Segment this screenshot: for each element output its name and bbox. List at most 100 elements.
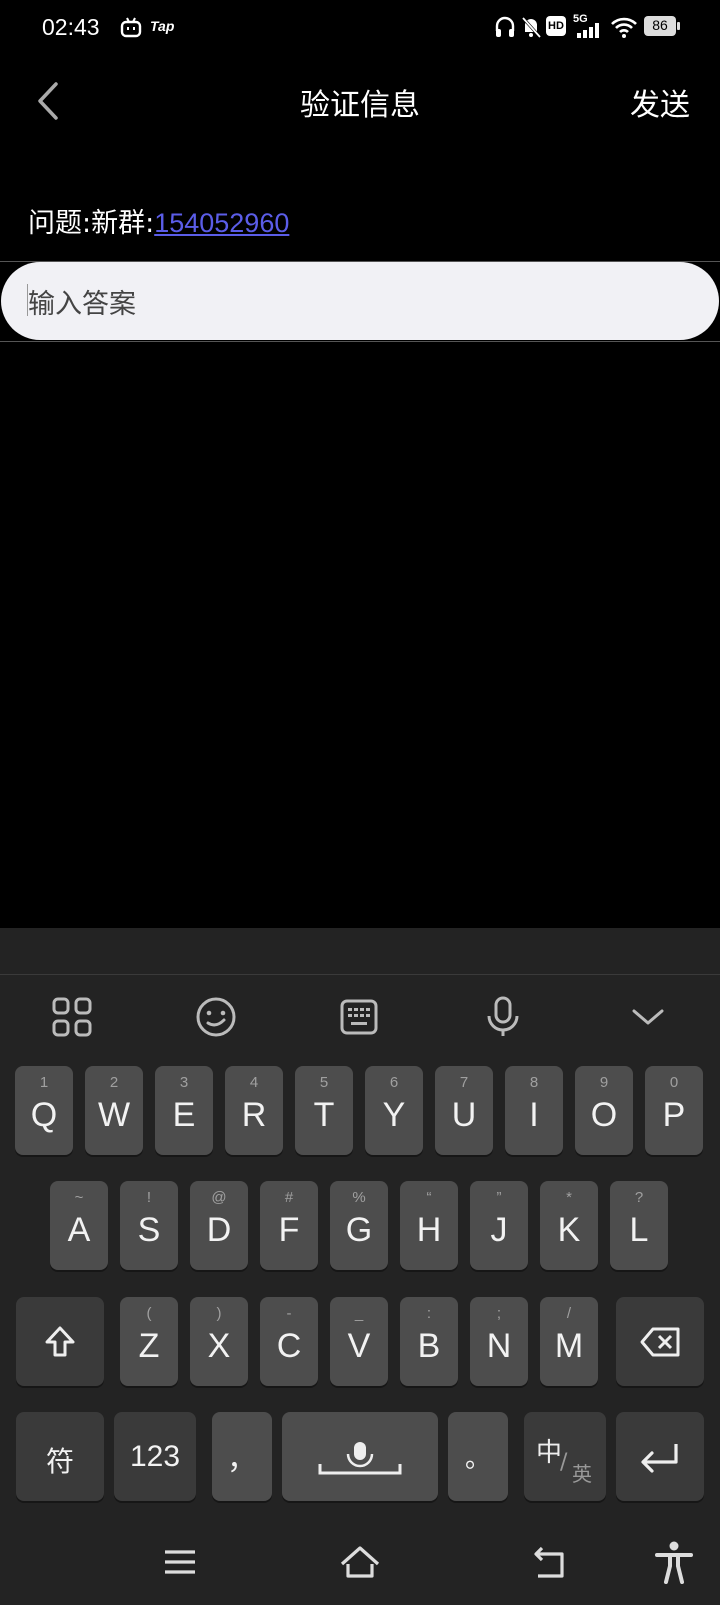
- key-p[interactable]: 0P: [645, 1066, 703, 1155]
- key-hint: *: [566, 1189, 572, 1206]
- tap-icon: Tap: [150, 18, 175, 34]
- key-a[interactable]: ~ A: [50, 1181, 108, 1270]
- key-y[interactable]: 6Y: [365, 1066, 423, 1155]
- key-hint: “: [426, 1189, 432, 1206]
- comma-key[interactable]: ，: [212, 1412, 272, 1501]
- enter-key[interactable]: [616, 1412, 704, 1501]
- key-hint: /: [566, 1305, 572, 1322]
- key-s[interactable]: ! S: [120, 1181, 178, 1270]
- bilibili-icon: [120, 17, 142, 38]
- key-label: V: [347, 1327, 371, 1365]
- space-key[interactable]: [282, 1412, 438, 1501]
- symbols-key-label: 符: [45, 1445, 74, 1478]
- key-label: D: [206, 1211, 232, 1249]
- key-label: R: [241, 1096, 267, 1134]
- key-o[interactable]: 9O: [575, 1066, 633, 1155]
- backspace-icon: [640, 1327, 680, 1357]
- key-label: T: [313, 1096, 335, 1134]
- wifi-icon: [611, 17, 637, 38]
- key-hint: ;: [496, 1305, 502, 1322]
- key-label: G: [345, 1211, 373, 1249]
- language-switch-key[interactable]: 中 / 英: [524, 1412, 606, 1501]
- key-label: O: [590, 1096, 618, 1134]
- headphones-icon: [495, 16, 515, 37]
- lang-slash: /: [560, 1450, 568, 1475]
- key-g[interactable]: % G: [330, 1181, 388, 1270]
- page-title: 验证信息: [300, 88, 420, 123]
- key-label: H: [416, 1211, 442, 1249]
- key-t[interactable]: 5T: [295, 1066, 353, 1155]
- key-b[interactable]: :B: [400, 1297, 458, 1386]
- key-hint: 4: [249, 1074, 259, 1091]
- collapse-keyboard-icon[interactable]: [623, 992, 673, 1042]
- key-hint: _: [354, 1305, 364, 1322]
- signal-icon: [577, 23, 599, 38]
- key-i[interactable]: 8I: [505, 1066, 563, 1155]
- period-key[interactable]: 。: [448, 1412, 508, 1501]
- key-hint: 9: [599, 1074, 609, 1091]
- symbols-key[interactable]: 符: [16, 1412, 104, 1501]
- key-f[interactable]: # F: [260, 1181, 318, 1270]
- key-z[interactable]: (Z: [120, 1297, 178, 1386]
- key-label: S: [137, 1211, 161, 1249]
- key-label: X: [207, 1327, 231, 1365]
- key-j[interactable]: ” J: [470, 1181, 528, 1270]
- key-hint: 5: [319, 1074, 329, 1091]
- key-v[interactable]: _ V: [330, 1297, 388, 1386]
- battery-level: 86: [652, 17, 668, 33]
- key-hint: ): [216, 1305, 222, 1322]
- question-prefix: 问题:新群:: [28, 208, 155, 239]
- period-key-label: 。: [464, 1444, 491, 1474]
- shift-key[interactable]: [16, 1297, 104, 1386]
- group-number-link[interactable]: 154052960: [154, 208, 289, 238]
- key-k[interactable]: * K: [540, 1181, 598, 1270]
- key-hint: 1: [39, 1074, 49, 1091]
- home-icon[interactable]: [338, 1540, 382, 1584]
- key-label: Q: [30, 1096, 58, 1134]
- key-label: K: [557, 1211, 581, 1249]
- key-m[interactable]: / M: [540, 1297, 598, 1386]
- key-e[interactable]: 3E: [155, 1066, 213, 1155]
- hd-icon: HD: [546, 16, 566, 36]
- key-n[interactable]: ; N: [470, 1297, 528, 1386]
- key-hint: (: [146, 1305, 152, 1322]
- key-hint: :: [426, 1305, 432, 1322]
- key-hint: 0: [669, 1074, 679, 1091]
- lang-chinese-label: 中: [536, 1438, 563, 1468]
- key-hint: 3: [179, 1074, 189, 1091]
- key-label: U: [451, 1096, 477, 1134]
- key-x[interactable]: ) X: [190, 1297, 248, 1386]
- emoji-icon[interactable]: [191, 992, 241, 1042]
- microphone-icon[interactable]: [478, 992, 528, 1042]
- key-hint: #: [284, 1189, 294, 1206]
- key-label: Z: [138, 1327, 160, 1365]
- shift-icon: [45, 1326, 75, 1357]
- key-r[interactable]: 4R: [225, 1066, 283, 1155]
- key-w[interactable]: 2W: [85, 1066, 143, 1155]
- backspace-key[interactable]: [616, 1297, 704, 1386]
- battery-icon: 86: [644, 16, 680, 36]
- keyboard-layout-icon[interactable]: [334, 992, 384, 1042]
- status-time: 02:43: [42, 14, 100, 40]
- menu-icon[interactable]: [158, 1540, 202, 1584]
- key-hint: !: [146, 1189, 152, 1206]
- numbers-key-label: 123: [129, 1440, 181, 1473]
- key-label: F: [278, 1211, 300, 1249]
- lang-english-label: 英: [572, 1462, 592, 1486]
- key-c[interactable]: -C: [260, 1297, 318, 1386]
- answer-placeholder: 输入答案: [28, 289, 136, 320]
- key-q[interactable]: 1Q: [15, 1066, 73, 1155]
- accessibility-icon[interactable]: [652, 1540, 696, 1584]
- answer-input[interactable]: 输入答案: [1, 262, 719, 340]
- space-voice-icon: [318, 1442, 402, 1475]
- key-label: I: [529, 1096, 539, 1134]
- key-d[interactable]: @ D: [190, 1181, 248, 1270]
- key-hint: -: [286, 1305, 292, 1322]
- send-button[interactable]: 发送: [630, 80, 690, 124]
- key-l[interactable]: ? L: [610, 1181, 668, 1270]
- back-nav-icon[interactable]: [528, 1540, 572, 1584]
- key-h[interactable]: “H: [400, 1181, 458, 1270]
- numbers-key[interactable]: 123: [114, 1412, 196, 1501]
- apps-grid-icon[interactable]: [47, 992, 97, 1042]
- key-u[interactable]: 7U: [435, 1066, 493, 1155]
